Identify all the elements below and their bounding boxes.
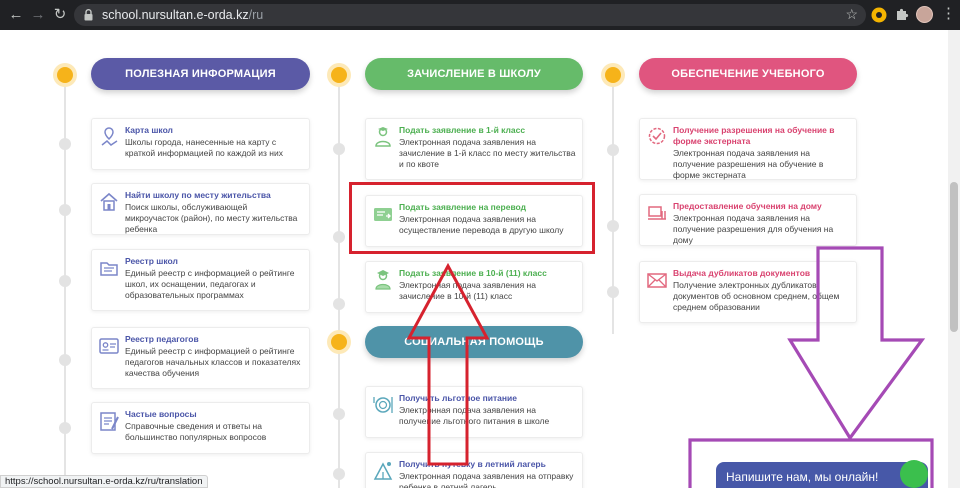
timeline-dot <box>333 143 345 155</box>
card-apply-first-grade[interactable]: Подать заявление в 1-й класс Электронная… <box>365 118 583 180</box>
card-description: Школы города, нанесенные на карту с крат… <box>125 137 283 158</box>
timeline-dot <box>605 67 621 83</box>
card-teacher-registry[interactable]: Реестр педагогов Единый реестр с информа… <box>91 327 310 389</box>
section-useful-info[interactable]: ПОЛЕЗНАЯ ИНФОРМАЦИЯ <box>91 58 310 90</box>
card-description: Электронная подача заявления на получени… <box>673 148 824 180</box>
reload-icon[interactable]: ↻ <box>50 5 70 25</box>
external-study-icon <box>648 127 666 145</box>
timeline-dot <box>59 275 71 287</box>
url-text: school.nursultan.e-orda.kz/ru <box>102 8 263 22</box>
folder-icon <box>100 262 118 276</box>
card-external-study[interactable]: Получение разрешения на обучение в форме… <box>639 118 857 180</box>
timeline-dot <box>333 231 345 243</box>
browser-menu-icon[interactable]: ⋮ <box>941 4 956 22</box>
card-school-registry[interactable]: Реестр школ Единый реестр с информацией … <box>91 249 310 311</box>
bookmark-star-icon[interactable]: ☆ <box>845 6 858 23</box>
meal-icon <box>373 397 393 413</box>
student-icon <box>375 127 391 147</box>
card-home-study[interactable]: Предоставление обучения на дому Электрон… <box>639 194 857 246</box>
purple-down-arrow-annotation <box>787 246 926 441</box>
card-title: Предоставление обучения на дому <box>673 201 822 211</box>
timeline-dot <box>333 408 345 420</box>
timeline-dot <box>59 354 71 366</box>
card-title: Найти школу по месту жительства <box>125 190 271 200</box>
card-title: Карта школ <box>125 125 173 135</box>
vertical-scrollbar[interactable] <box>948 30 960 488</box>
house-icon <box>100 192 118 211</box>
browser-toolbar: ← → ↻ school.nursultan.e-orda.kz/ru ☆ ⋮ <box>0 0 960 30</box>
forward-arrow-icon[interactable]: → <box>28 5 48 25</box>
card-title: Получение разрешения на обучение в форме… <box>673 125 835 146</box>
card-description: Единый реестр с информацией о рейтинге п… <box>125 346 301 378</box>
section-enrollment[interactable]: ЗАЧИСЛЕНИЕ В ШКОЛУ <box>365 58 583 90</box>
extension-badge-icon[interactable] <box>871 7 887 23</box>
card-find-school[interactable]: Найти школу по месту жительства Поиск шк… <box>91 183 310 235</box>
card-description: Электронная подача заявления на получени… <box>673 213 834 245</box>
purple-highlight-box <box>688 438 934 488</box>
card-title: Реестр школ <box>125 256 178 266</box>
map-icon <box>101 127 118 146</box>
id-card-icon <box>99 338 119 354</box>
timeline-dot <box>331 334 347 350</box>
profile-avatar[interactable] <box>916 6 933 23</box>
card-title: Частые вопросы <box>125 409 197 419</box>
timeline-dot <box>607 286 619 298</box>
card-description: Справочные сведения и ответы на большинс… <box>125 421 267 442</box>
graduate-icon <box>375 270 391 290</box>
lock-icon <box>84 9 93 21</box>
puzzle-piece-icon[interactable] <box>895 7 909 21</box>
faq-icon <box>100 412 119 431</box>
timeline-dot <box>59 422 71 434</box>
card-title: Реестр педагогов <box>125 334 199 344</box>
link-preview-status: https://school.nursultan.e-orda.kz/ru/tr… <box>0 475 208 488</box>
url-host: school.nursultan.e-orda.kz <box>102 8 249 22</box>
back-arrow-icon[interactable]: ← <box>6 5 26 25</box>
home-study-icon <box>648 206 666 220</box>
timeline-dot <box>57 67 73 83</box>
camp-icon <box>373 462 393 480</box>
scrollbar-thumb[interactable] <box>950 182 958 332</box>
card-faq[interactable]: Частые вопросы Справочные сведения и отв… <box>91 402 310 454</box>
card-description: Единый реестр с информацией о рейтинге ш… <box>125 268 295 300</box>
red-highlight-box <box>349 182 595 254</box>
card-school-map[interactable]: Карта школ Школы города, нанесенные на к… <box>91 118 310 170</box>
timeline-dot <box>333 468 345 480</box>
timeline-dot <box>59 204 71 216</box>
timeline-dot <box>607 144 619 156</box>
address-bar[interactable]: school.nursultan.e-orda.kz/ru ☆ <box>74 4 866 26</box>
envelope-icon <box>647 273 667 288</box>
card-description: Поиск школы, обслуживающей микроучасток … <box>125 202 298 234</box>
timeline-line-middle <box>338 74 340 488</box>
card-description: Электронная подача заявления на зачислен… <box>399 137 576 169</box>
card-title: Подать заявление в 1-й класс <box>399 125 526 135</box>
red-up-arrow-annotation <box>406 262 490 466</box>
url-path: /ru <box>248 8 264 22</box>
section-education-process[interactable]: ОБЕСПЕЧЕНИЕ УЧЕБНОГО ПРОЦЕССА <box>639 58 857 112</box>
card-description: Электронная подача заявления на отправку… <box>399 471 574 488</box>
timeline-dot <box>59 138 71 150</box>
timeline-dot <box>331 67 347 83</box>
timeline-dot <box>333 298 345 310</box>
timeline-dot <box>607 220 619 232</box>
